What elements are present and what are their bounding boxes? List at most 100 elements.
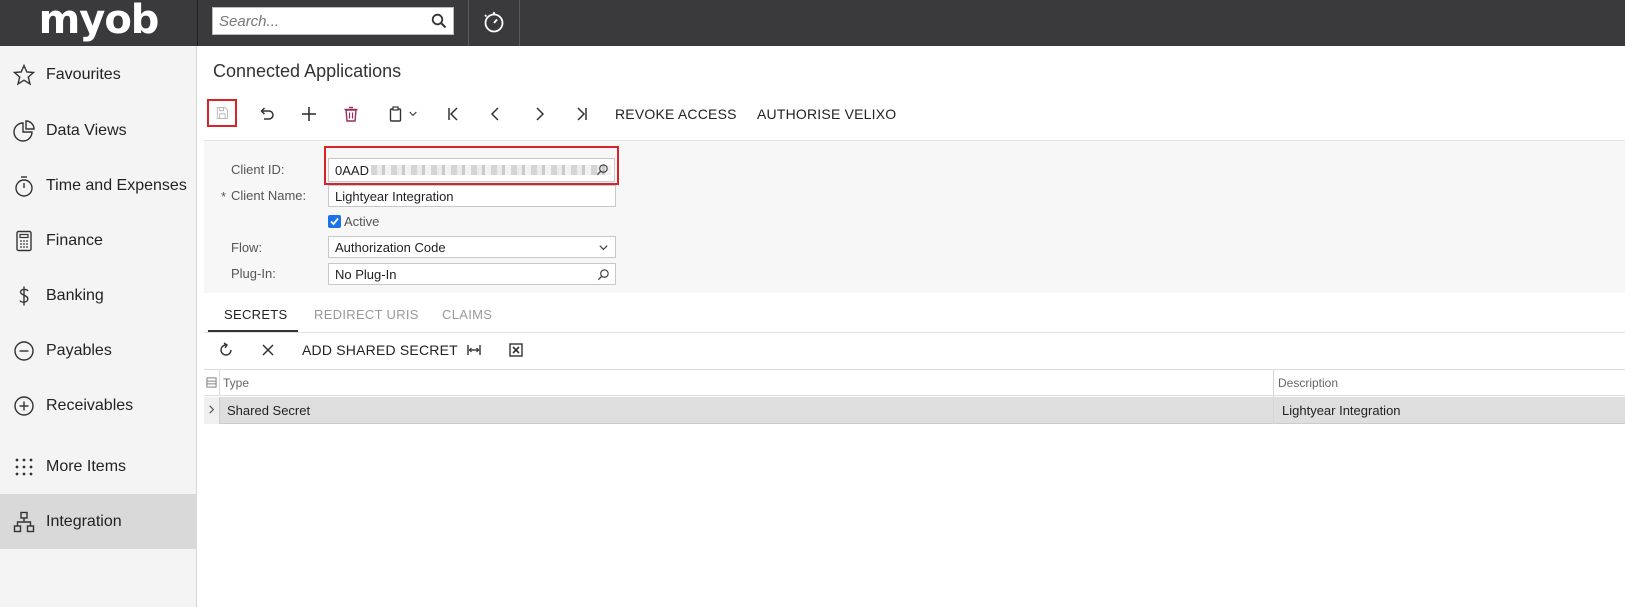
sidebar-item-banking[interactable]: Banking [0,268,197,323]
plugin-value: No Plug-In [335,266,397,282]
last-icon [577,107,587,121]
search-icon[interactable] [597,268,610,281]
page-title: Connected Applications [213,61,402,81]
sidebar-item-label: Time and Expenses [46,176,187,194]
search-icon[interactable] [596,163,609,176]
divider [519,0,520,46]
redacted-text [370,165,611,175]
top-bar: myob [0,0,1625,46]
sidebar-item-data-views[interactable]: Data Views [0,103,197,158]
dollar-icon [19,286,29,305]
refresh-button[interactable] [216,340,236,360]
tab-claims[interactable]: CLAIMS [442,307,492,322]
tab-redirect-uris[interactable]: REDIRECT URIS [314,307,419,322]
minus-circle-icon [14,340,34,361]
first-icon [448,107,458,121]
search-icon[interactable] [431,13,447,29]
sidebar-item-label: Integration [46,512,122,530]
delete-row-button[interactable] [258,340,278,360]
sidebar-item-label: Receivables [46,396,134,414]
plus-circle-icon [14,395,34,416]
sidebar-item-integration[interactable]: Integration [0,494,197,549]
sidebar-item-label: Finance [46,231,103,249]
hierarchy-icon [13,511,35,532]
revoke-access-button[interactable]: REVOKE ACCESS [615,100,737,128]
column-header-type[interactable]: Type [223,376,249,390]
tab-secrets[interactable]: SECRETS [224,307,288,322]
chevron-right-icon [536,107,545,121]
flow-label: Flow: [231,240,263,255]
fit-width-icon [467,345,481,355]
cell-description[interactable]: Lightyear Integration [1282,403,1401,418]
client-id-label: Client ID: [231,162,285,177]
column-settings[interactable] [204,370,220,396]
pie-chart-icon [13,119,35,142]
column-divider [1273,369,1274,424]
chevron-right-icon [209,405,215,414]
sidebar-item-more-items[interactable]: More Items [0,439,197,494]
chevron-down-icon [409,111,417,117]
client-name-label: Client Name: [231,188,307,203]
active-checkbox[interactable] [328,215,341,228]
last-record-button[interactable] [569,100,593,128]
first-record-button[interactable] [442,100,466,128]
sidebar-item-favourites[interactable]: Favourites [0,47,197,102]
refresh-icon [220,342,232,356]
plugin-field[interactable]: No Plug-In [328,263,616,285]
divider [197,0,198,46]
sidebar-item-time-and-expenses[interactable]: Time and Expenses [0,158,197,213]
myob-logo[interactable]: myob [0,0,197,46]
trash-icon [344,106,358,122]
add-button[interactable] [297,100,321,128]
flow-value: Authorization Code [335,239,446,255]
flow-select[interactable]: Authorization Code [328,236,616,258]
clipboard-icon [389,106,402,122]
sidebar-item-label: Favourites [46,65,121,83]
row-expander[interactable] [204,397,220,424]
chevron-down-icon [599,245,608,251]
sidebar-item-payables[interactable]: Payables [0,323,197,378]
export-excel-button[interactable] [506,340,526,360]
divider [204,332,1625,333]
sidebar-item-label: Banking [46,286,104,304]
sidebar-item-finance[interactable]: Finance [0,213,197,268]
required-marker: * [221,189,227,204]
save-button[interactable] [207,99,237,127]
client-id-field[interactable]: 0AAD [328,158,615,182]
stopwatch-icon [15,175,33,197]
calculator-icon [16,230,32,251]
chevron-left-icon [490,107,499,121]
table-row[interactable]: Shared Secret Lightyear Integration [204,397,1625,424]
cell-type[interactable]: Shared Secret [227,403,310,418]
copy-paste-dropdown[interactable] [383,100,423,128]
settings-grid-icon [206,377,217,388]
sidebar: Favourites Data Views Time and Expenses … [0,46,197,607]
sidebar-item-receivables[interactable]: Receivables [0,378,197,433]
search-box[interactable] [212,7,454,35]
star-icon [12,63,36,86]
excel-icon [509,343,523,357]
previous-record-button[interactable] [484,100,508,128]
next-record-button[interactable] [527,100,551,128]
undo-icon [260,107,274,120]
authorise-velixo-button[interactable]: AUTHORISE VELIXO [757,100,896,128]
sidebar-item-label: Payables [46,341,112,359]
grid-dots-icon [15,458,33,475]
checkmark-icon [330,217,339,226]
sidebar-item-label: More Items [46,457,127,475]
column-header-description[interactable]: Description [1278,376,1338,390]
undo-button[interactable] [254,100,278,128]
history-timer-icon[interactable] [482,10,506,34]
active-label[interactable]: Active [344,214,379,229]
delete-button[interactable] [339,100,363,128]
add-shared-secret-button[interactable]: ADD SHARED SECRET [302,340,458,360]
client-id-value: 0AAD [335,162,369,178]
fit-columns-button[interactable] [464,340,484,360]
search-input[interactable] [213,8,423,34]
client-name-field[interactable]: Lightyear Integration [328,185,616,207]
divider [468,0,469,46]
save-icon [216,107,228,119]
plugin-label: Plug-In: [231,266,276,281]
plus-icon [302,107,316,121]
sidebar-item-label: Data Views [46,121,127,139]
